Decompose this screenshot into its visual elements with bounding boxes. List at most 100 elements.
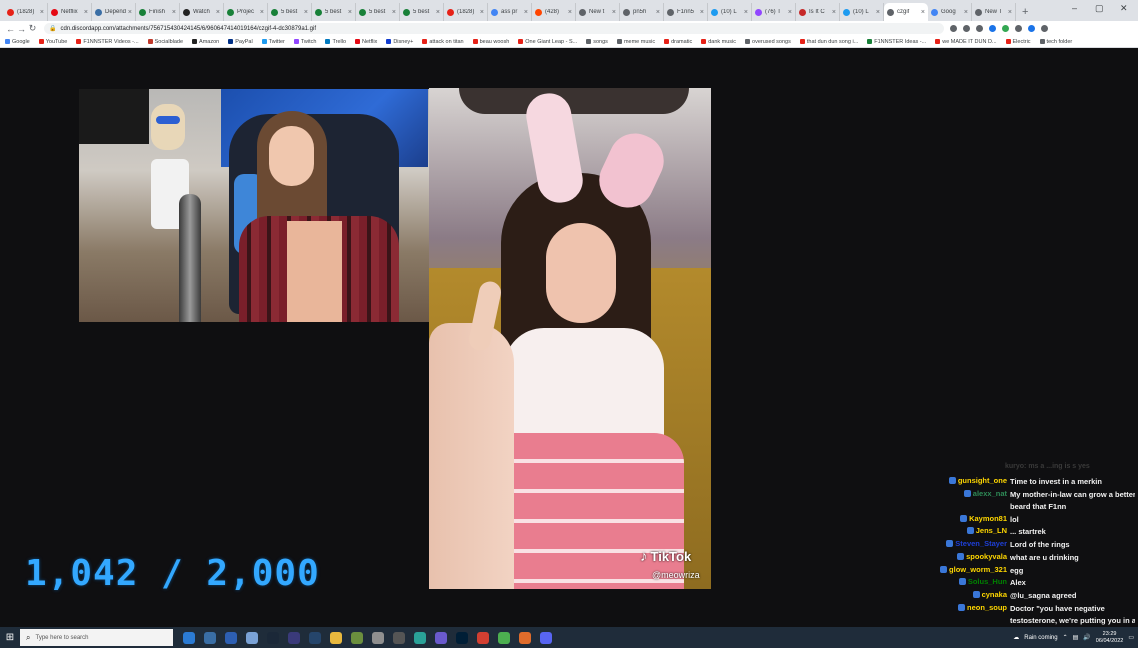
discord-icon[interactable] (540, 631, 552, 644)
bookmark-item[interactable]: overused songs (745, 39, 791, 45)
browser-tab[interactable]: pn5h × (620, 3, 664, 21)
bookmark-item[interactable]: One Giant Leap - S... (518, 39, 577, 45)
extension-icon[interactable] (989, 25, 996, 32)
bookmark-item[interactable]: Netflix (355, 39, 377, 45)
tab-close-icon[interactable]: × (788, 9, 792, 16)
clock[interactable]: 23:29 06/04/2022 (1096, 631, 1124, 645)
browser-tab[interactable]: Goog × (928, 3, 972, 21)
bookmark-item[interactable]: Trello (325, 39, 346, 45)
browser-tab[interactable]: Is It C × (796, 3, 840, 21)
browser-tab[interactable]: (10) L × (840, 3, 884, 21)
app-icon-11[interactable] (393, 631, 405, 644)
notifications-icon[interactable]: ▭ (1128, 634, 1134, 641)
app-icon-12[interactable] (414, 631, 426, 644)
bookmark-item[interactable]: Electric (1005, 39, 1031, 45)
chrome-icon[interactable] (498, 631, 510, 644)
bookmark-item[interactable]: dank music (701, 39, 736, 45)
browser-tab[interactable]: 5 best × (268, 3, 312, 21)
bookmark-item[interactable]: PayPal (228, 39, 253, 45)
browser-tab[interactable]: Projec × (224, 3, 268, 21)
app-icon-15[interactable] (477, 631, 489, 644)
new-tab-button[interactable]: + (1016, 6, 1034, 21)
tab-close-icon[interactable]: × (612, 9, 616, 16)
tab-close-icon[interactable]: × (480, 9, 484, 16)
start-button[interactable]: ⊞ (0, 627, 20, 648)
tab-close-icon[interactable]: × (1008, 9, 1012, 16)
tab-close-icon[interactable]: × (568, 9, 572, 16)
tab-close-icon[interactable]: × (84, 9, 88, 16)
bookmark-item[interactable]: Socialblade (147, 39, 183, 45)
bookmark-item[interactable]: Amazon (192, 39, 219, 45)
url-field[interactable]: 🔒 cdn.discordapp.com/attachments/7567154… (44, 23, 944, 34)
bookmark-item[interactable]: meme music (616, 39, 655, 45)
tray-chevron-icon[interactable]: ⌃ (1063, 634, 1068, 641)
browser-tab[interactable]: New T × (972, 3, 1016, 21)
bookmark-item[interactable]: F1NNSTER Ideas -... (867, 39, 926, 45)
reload-icon[interactable]: ↻ (27, 23, 38, 34)
network-icon[interactable]: ▤ (1073, 634, 1079, 641)
bookmark-item[interactable]: YouTube (38, 39, 67, 45)
tab-close-icon[interactable]: × (260, 9, 264, 16)
browser-tab[interactable]: New t × (576, 3, 620, 21)
bookmark-item[interactable]: F1NNSTER Videos -... (76, 39, 139, 45)
steam-icon[interactable] (267, 631, 279, 644)
volume-icon[interactable]: 🔊 (1083, 634, 1090, 641)
minecraft-icon[interactable] (351, 631, 363, 644)
tab-close-icon[interactable]: × (392, 9, 396, 16)
file-explorer-icon[interactable] (330, 631, 342, 644)
bookmark-item[interactable]: attack on titan (422, 39, 464, 45)
app-icon-13[interactable] (435, 631, 447, 644)
tab-close-icon[interactable]: × (524, 9, 528, 16)
app-icon-4[interactable] (246, 631, 258, 644)
browser-tab[interactable]: 5 best × (312, 3, 356, 21)
bookmark-item[interactable]: Disney+ (386, 39, 413, 45)
browser-tab[interactable]: czgif × (884, 3, 928, 21)
back-icon[interactable]: ← (5, 24, 16, 34)
tab-close-icon[interactable]: × (876, 9, 880, 16)
browser-tab[interactable]: Finish × (136, 3, 180, 21)
browser-tab[interactable]: ass pr × (488, 3, 532, 21)
photoshop-icon[interactable] (456, 631, 468, 644)
tab-close-icon[interactable]: × (921, 9, 925, 16)
app-icon-6[interactable] (288, 631, 300, 644)
close-window-icon[interactable]: ✕ (1120, 3, 1128, 14)
tab-close-icon[interactable]: × (436, 9, 440, 16)
tab-close-icon[interactable]: × (172, 9, 176, 16)
app-icon-2[interactable] (204, 631, 216, 644)
tab-close-icon[interactable]: × (700, 9, 704, 16)
bookmark-item[interactable]: beau woosh (472, 39, 509, 45)
menu-icon[interactable] (1041, 25, 1048, 32)
extensions-puzzle-icon[interactable] (1015, 25, 1022, 32)
bookmark-item[interactable]: dramatic (664, 39, 692, 45)
browser-tab[interactable]: Watch × (180, 3, 224, 21)
tab-close-icon[interactable]: × (348, 9, 352, 16)
forward-icon[interactable]: → (16, 24, 27, 34)
browser-tab[interactable]: (76) T × (752, 3, 796, 21)
bookmark-item[interactable]: Twitch (293, 39, 316, 45)
app-icon-10[interactable] (372, 631, 384, 644)
tab-close-icon[interactable]: × (744, 9, 748, 16)
minimize-icon[interactable]: – (1072, 3, 1077, 13)
browser-tab[interactable]: Netflix × (48, 3, 92, 21)
tab-close-icon[interactable]: × (656, 9, 660, 16)
bookmark-item[interactable]: we MADE IT DUN D... (935, 39, 997, 45)
bookmark-item[interactable]: Twitter (261, 39, 285, 45)
tab-close-icon[interactable]: × (128, 9, 132, 16)
browser-tab[interactable]: (10) L × (708, 3, 752, 21)
bookmark-star-icon[interactable] (976, 25, 983, 32)
maximize-icon[interactable]: ▢ (1095, 3, 1104, 14)
bookmark-item[interactable]: tech folder (1039, 39, 1072, 45)
browser-tab[interactable]: F1nn5 × (664, 3, 708, 21)
browser-tab[interactable]: 5 best × (400, 3, 444, 21)
share-icon[interactable] (963, 25, 970, 32)
tab-close-icon[interactable]: × (304, 9, 308, 16)
taskbar-search[interactable]: ⌕ Type here to search (20, 629, 173, 646)
bookmark-item[interactable]: that dun dun song i... (799, 39, 858, 45)
tab-close-icon[interactable]: × (216, 9, 220, 16)
vegas-icon[interactable] (309, 631, 321, 644)
tab-close-icon[interactable]: × (832, 9, 836, 16)
browser-tab[interactable]: (428) × (532, 3, 576, 21)
bookmark-item[interactable]: Google (5, 39, 30, 45)
edge-icon[interactable] (183, 631, 195, 644)
zoom-icon[interactable] (950, 25, 957, 32)
